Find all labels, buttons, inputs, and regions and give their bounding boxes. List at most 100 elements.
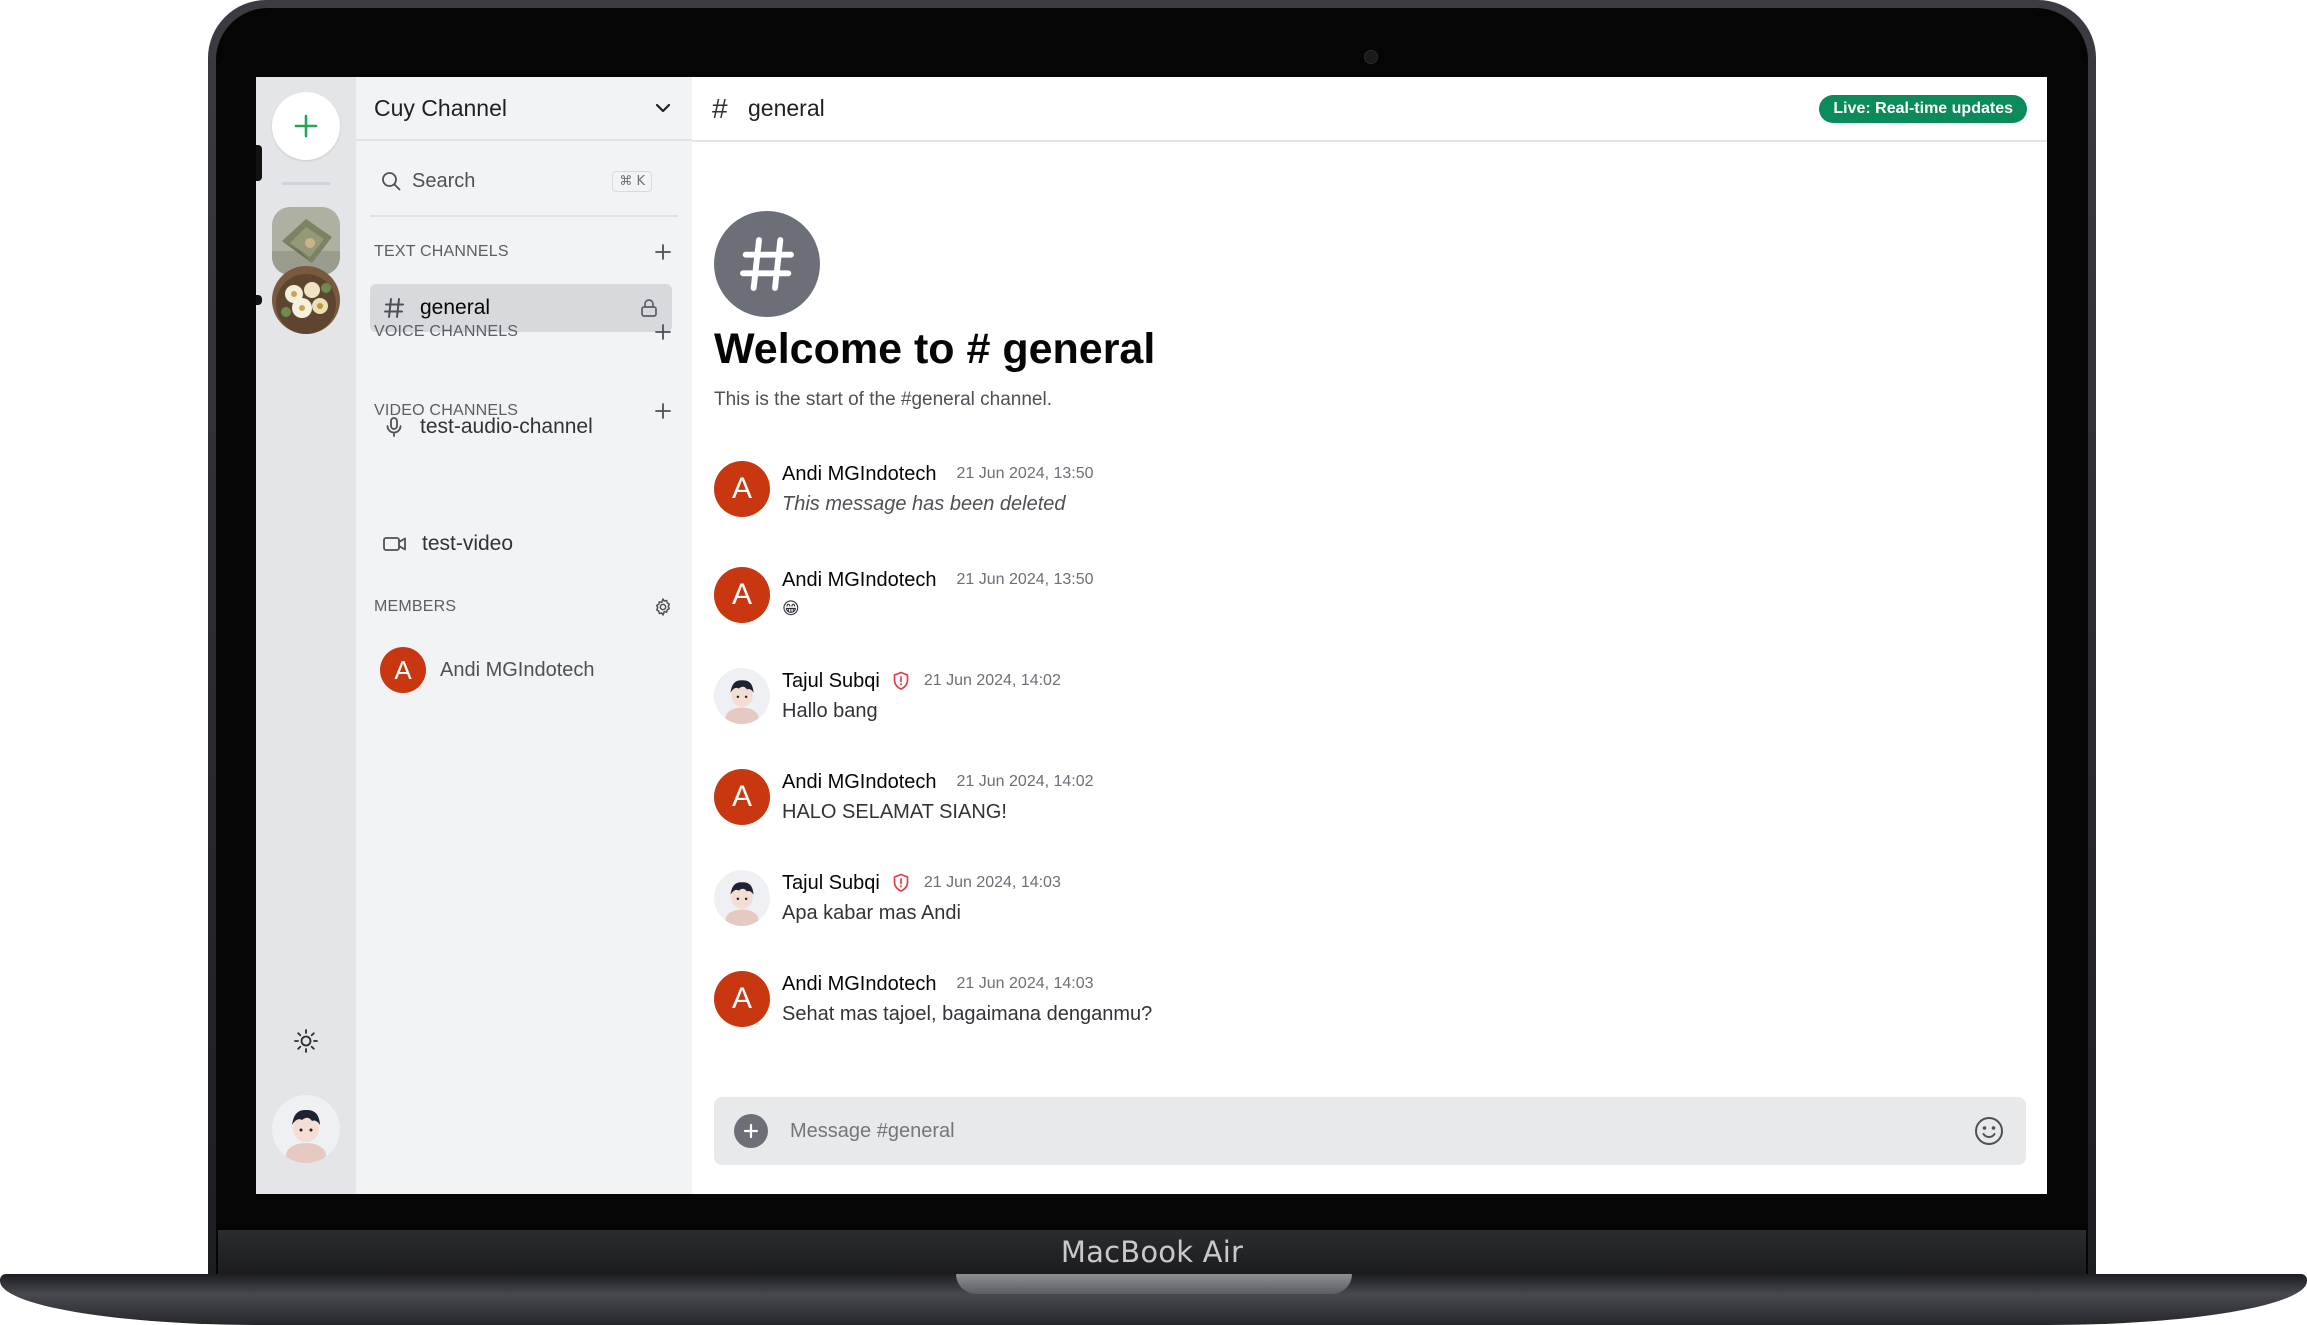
message-text: Sehat mas tajoel, bagaimana denganmu? [782,1003,1153,1025]
message-avatar[interactable]: A [714,567,770,623]
text-channels-header: TEXT CHANNELS [374,240,674,264]
message-text: Apa kabar mas Andi [782,902,961,924]
message-timestamp: 21 Jun 2024, 14:02 [956,773,1094,790]
message-item: A Andi MGIndotech 21 Jun 2024, 13:50 😁 [714,567,1614,631]
message-avatar[interactable] [714,870,770,926]
message-item: Tajul Subqi 21 Jun 2024, 14:02 Hallo ban… [714,668,1614,732]
search-label: Search [412,169,476,192]
lock-icon [641,299,657,317]
search-button[interactable]: Search ⌘ K [370,159,662,203]
message-item: Tajul Subqi 21 Jun 2024, 14:03 Apa kabar… [714,870,1614,934]
sidebar-divider [370,215,678,217]
hash-icon [384,298,404,318]
welcome-title: Welcome to # general [714,325,1156,373]
channel-name: general [420,296,491,319]
message-item: A Andi MGIndotech 21 Jun 2024, 14:03 Seh… [714,971,1614,1035]
add-server-button[interactable] [272,92,340,160]
server-header[interactable]: Cuy Channel [356,77,692,141]
attach-button[interactable] [734,1114,768,1148]
message-author[interactable]: Tajul Subqi [782,872,880,895]
message-author[interactable]: Andi MGIndotech [782,771,937,794]
message-item: A Andi MGIndotech 21 Jun 2024, 13:50 Thi… [714,461,1614,525]
chevron-down-icon [655,103,671,113]
theme-toggle-button[interactable] [290,1025,322,1057]
sun-icon [294,1029,318,1053]
channel-item-test-video[interactable]: test-video [370,520,672,568]
plus-icon [294,114,318,138]
search-shortcut-badge: ⌘ K [612,170,652,192]
plus-icon [655,244,671,260]
plus-icon [743,1123,759,1139]
message-timestamp: 21 Jun 2024, 14:03 [956,975,1094,992]
message-input[interactable] [788,1118,1972,1144]
server-selected-indicator [256,145,262,181]
message-item: A Andi MGIndotech 21 Jun 2024, 14:02 HAL… [714,769,1614,833]
laptop-model-label: MacBook Air [218,1230,2086,1274]
server-image-envelope [272,207,340,275]
server-unread-indicator [256,295,262,305]
message-timestamp: 21 Jun 2024, 13:50 [956,571,1094,588]
channel-welcome-icon [714,211,820,317]
members-label: MEMBERS [374,598,457,615]
message-text: HALO SELAMAT SIANG! [782,801,1007,823]
emoji-picker-button[interactable] [1972,1114,2006,1148]
message-timestamp: 21 Jun 2024, 13:50 [956,465,1094,482]
member-avatar: A [380,647,426,693]
avatar-image [714,870,770,926]
message-text: 😁 [782,599,800,619]
message-timestamp: 21 Jun 2024, 14:02 [923,672,1061,689]
message-avatar[interactable]: A [714,461,770,517]
welcome-subtitle: This is the start of the #general channe… [714,389,1052,410]
admin-shield-icon [892,873,910,893]
voice-channels-header: VOICE CHANNELS [374,320,674,344]
chat-header: # general Live: Real-time updates [692,77,2047,142]
voice-channels-label: VOICE CHANNELS [374,323,519,340]
channel-name: test-video [422,532,514,555]
plus-icon [655,324,671,340]
chat-main: # general Live: Real-time updates Welcom… [692,77,2047,1194]
admin-shield-icon [892,671,910,691]
rail-divider [282,182,330,185]
live-status-badge: Live: Real-time updates [1819,94,2027,123]
video-camera-icon [383,537,406,551]
message-timestamp: 21 Jun 2024, 14:03 [923,874,1061,891]
app-screen: Cuy Channel Search ⌘ K TEXT CHANNELS gen… [256,77,2047,1194]
members-header: MEMBERS [374,595,674,619]
message-author[interactable]: Tajul Subqi [782,670,880,693]
message-text: This message has been deleted [782,493,1066,515]
message-avatar[interactable] [714,668,770,724]
message-composer [714,1097,2026,1165]
plus-icon [655,403,671,419]
hash-icon: # [712,92,728,124]
add-video-channel-button[interactable] [652,400,674,422]
add-voice-channel-button[interactable] [652,321,674,343]
server-icon-2[interactable] [272,266,340,334]
message-author[interactable]: Andi MGIndotech [782,973,937,996]
hash-icon [740,237,794,291]
user-avatar-image [272,1095,340,1163]
gear-icon [656,598,670,616]
search-icon [382,172,401,191]
message-avatar[interactable]: A [714,971,770,1027]
avatar-image [714,668,770,724]
user-avatar[interactable] [272,1095,340,1163]
member-item[interactable]: A Andi MGIndotech [380,647,670,693]
webcam [1364,50,1378,64]
message-avatar[interactable]: A [714,769,770,825]
channel-sidebar: Cuy Channel Search ⌘ K TEXT CHANNELS gen… [356,77,692,1194]
message-author[interactable]: Andi MGIndotech [782,569,937,592]
video-channels-label: VIDEO CHANNELS [374,402,519,419]
message-author[interactable]: Andi MGIndotech [782,463,937,486]
server-name: Cuy Channel [374,94,507,121]
text-channels-label: TEXT CHANNELS [374,243,509,260]
member-name: Andi MGIndotech [440,658,595,681]
add-text-channel-button[interactable] [652,241,674,263]
emoji-icon [1975,1117,2003,1145]
laptop-notch [956,1274,1352,1294]
server-rail [256,77,356,1194]
manage-members-button[interactable] [652,596,674,618]
server-icon-1[interactable] [272,207,340,275]
video-channels-header: VIDEO CHANNELS [374,399,674,423]
channel-title: general [748,95,825,121]
server-image-flowers [272,266,340,334]
